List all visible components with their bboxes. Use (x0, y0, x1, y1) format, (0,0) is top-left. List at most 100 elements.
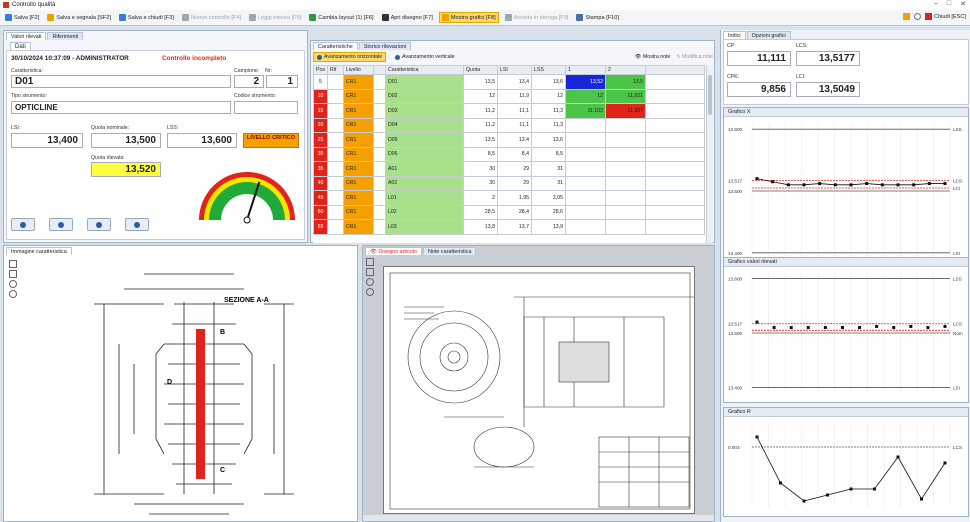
toolbar-button-9[interactable]: Stampa [F10] (574, 13, 621, 22)
row-characteristic[interactable]: L01 (385, 190, 464, 206)
row-extra[interactable] (645, 175, 705, 191)
row-rif[interactable] (327, 146, 344, 162)
row-sample-2[interactable]: 11,921 (605, 88, 646, 104)
show-notes-button[interactable]: 👁 Mostra note (635, 54, 670, 60)
row-pos[interactable]: 55 (313, 219, 328, 235)
row-characteristic[interactable]: A02 (385, 175, 464, 191)
next-button[interactable] (87, 218, 111, 231)
row-characteristic[interactable]: A01 (385, 161, 464, 177)
col-livello[interactable]: Livello (343, 65, 374, 75)
row-lsi[interactable]: 8,4 (497, 146, 532, 162)
prev-button[interactable] (49, 218, 73, 231)
row-lsi[interactable]: 13,4 (497, 132, 532, 148)
toolbar-button-5[interactable]: Cambia layout (1) [F6] (307, 13, 375, 22)
row-sample-2[interactable] (605, 132, 646, 148)
row-quota[interactable]: 2 (463, 190, 498, 206)
edit-notes-button[interactable]: ✎ Modifica note (676, 54, 713, 60)
col-sample-2[interactable]: 2 (605, 65, 646, 75)
row-lss[interactable]: 8,5 (531, 146, 566, 162)
row-lsi[interactable]: 13,7 (497, 219, 532, 235)
row-characteristic[interactable]: D01 (385, 74, 464, 90)
row-sample-1[interactable] (565, 117, 606, 133)
row-extra[interactable] (645, 146, 705, 162)
row-level[interactable]: CR1 (343, 117, 374, 133)
row-characteristic[interactable]: L02 (385, 204, 464, 220)
toolbar-button-6[interactable]: Apri disegno [F7] (380, 13, 435, 22)
row-sample-2[interactable] (605, 161, 646, 177)
row-extra[interactable] (645, 117, 705, 133)
row-blank[interactable] (373, 190, 386, 206)
row-blank[interactable] (373, 161, 386, 177)
scrollbar-thumb[interactable] (708, 75, 712, 115)
tipo-strumento-field[interactable]: OPTICLINE (11, 101, 231, 114)
pencil-icon[interactable] (902, 13, 910, 20)
table-row[interactable]: 35 CR1 A01 30 29 31 (313, 161, 705, 177)
row-pos[interactable]: 50 (313, 204, 328, 220)
row-pos[interactable]: 15 (313, 103, 328, 119)
row-sample-1[interactable] (565, 219, 606, 235)
row-quota[interactable]: 13,8 (463, 219, 498, 235)
table-row[interactable]: 15 CR1 D03 11,2 11,1 11,3 11,103 11,307 (313, 103, 705, 119)
quota-rilevata-field[interactable]: 13,520 (91, 162, 161, 177)
row-pos[interactable]: 45 (313, 190, 328, 206)
row-lsi[interactable]: 13,4 (497, 74, 532, 90)
row-pos[interactable]: 40 (313, 175, 328, 191)
row-extra[interactable] (645, 204, 705, 220)
table-row[interactable]: 5 CR1 D01 13,5 13,4 13,6 13,52 13,5 (313, 74, 705, 90)
drawing-hscroll[interactable] (363, 515, 714, 521)
row-quota[interactable]: 11,2 (463, 117, 498, 133)
row-characteristic[interactable]: D02 (385, 88, 464, 104)
row-characteristic[interactable]: D04 (385, 117, 464, 133)
row-blank[interactable] (373, 117, 386, 133)
col-caratteristica[interactable]: Caratteristica (385, 65, 464, 75)
row-lsi[interactable]: 29 (497, 175, 532, 191)
tab-indici[interactable]: Indici (723, 31, 746, 39)
table-row[interactable]: 30 CR1 D06 8,5 8,4 8,5 (313, 146, 705, 162)
toolbar-button-0[interactable]: Salva [F2] (3, 13, 41, 22)
table-row[interactable]: 40 CR1 A02 30 29 31 (313, 175, 705, 191)
row-sample-1[interactable] (565, 175, 606, 191)
row-lsi[interactable]: 28,4 (497, 204, 532, 220)
tab-opzioni-grafici[interactable]: Opzioni grafici (746, 31, 791, 39)
row-sample-2[interactable] (605, 117, 646, 133)
help-icon[interactable] (913, 13, 921, 20)
tab-disegno-articolo[interactable]: 👁 Disegno articolo (365, 247, 422, 255)
row-sample-2[interactable] (605, 175, 646, 191)
row-sample-1[interactable]: 11,103 (565, 103, 606, 119)
row-extra[interactable] (645, 74, 705, 90)
tab-note-caratteristica[interactable]: Note caratteristica (423, 247, 477, 255)
toolbar-button-7[interactable]: Mostra grafici [F8] (438, 12, 499, 23)
fit-icon[interactable] (9, 260, 17, 268)
row-sample-2[interactable] (605, 204, 646, 220)
row-lsi[interactable]: 11,1 (497, 103, 532, 119)
row-rif[interactable] (327, 161, 344, 177)
zoom-in-icon[interactable] (9, 280, 17, 288)
minimize-icon[interactable]: – (934, 0, 938, 8)
row-rif[interactable] (327, 103, 344, 119)
row-quota[interactable]: 13,5 (463, 132, 498, 148)
row-rif[interactable] (327, 190, 344, 206)
row-level[interactable]: CR1 (343, 161, 374, 177)
row-quota[interactable]: 30 (463, 161, 498, 177)
row-lss[interactable]: 13,6 (531, 132, 566, 148)
row-lsi[interactable]: 1,95 (497, 190, 532, 206)
row-extra[interactable] (645, 161, 705, 177)
col-lsi[interactable]: LSI (497, 65, 532, 75)
row-level[interactable]: CR1 (343, 204, 374, 220)
row-lsi[interactable]: 11,9 (497, 88, 532, 104)
close-icon[interactable]: ✕ (960, 0, 966, 8)
row-blank[interactable] (373, 103, 386, 119)
row-sample-1[interactable]: 13,52 (565, 74, 606, 90)
toolbar-button-1[interactable]: Salva e segnala [SF2] (45, 13, 113, 22)
row-lss[interactable]: 11,3 (531, 117, 566, 133)
row-sample-2[interactable] (605, 146, 646, 162)
row-sample-2[interactable] (605, 219, 646, 235)
row-lsi[interactable]: 29 (497, 161, 532, 177)
row-rif[interactable] (327, 132, 344, 148)
col-pos[interactable]: Pos (313, 65, 328, 75)
table-row[interactable]: 55 CR1 L03 13,8 13,7 13,9 (313, 219, 705, 235)
table-row[interactable]: 50 CR1 L02 28,5 28,4 28,6 (313, 204, 705, 220)
row-level[interactable]: CR1 (343, 190, 374, 206)
toolbar-button-8[interactable]: Accetta in deroga [F9] (503, 13, 571, 22)
row-characteristic[interactable]: D06 (385, 146, 464, 162)
